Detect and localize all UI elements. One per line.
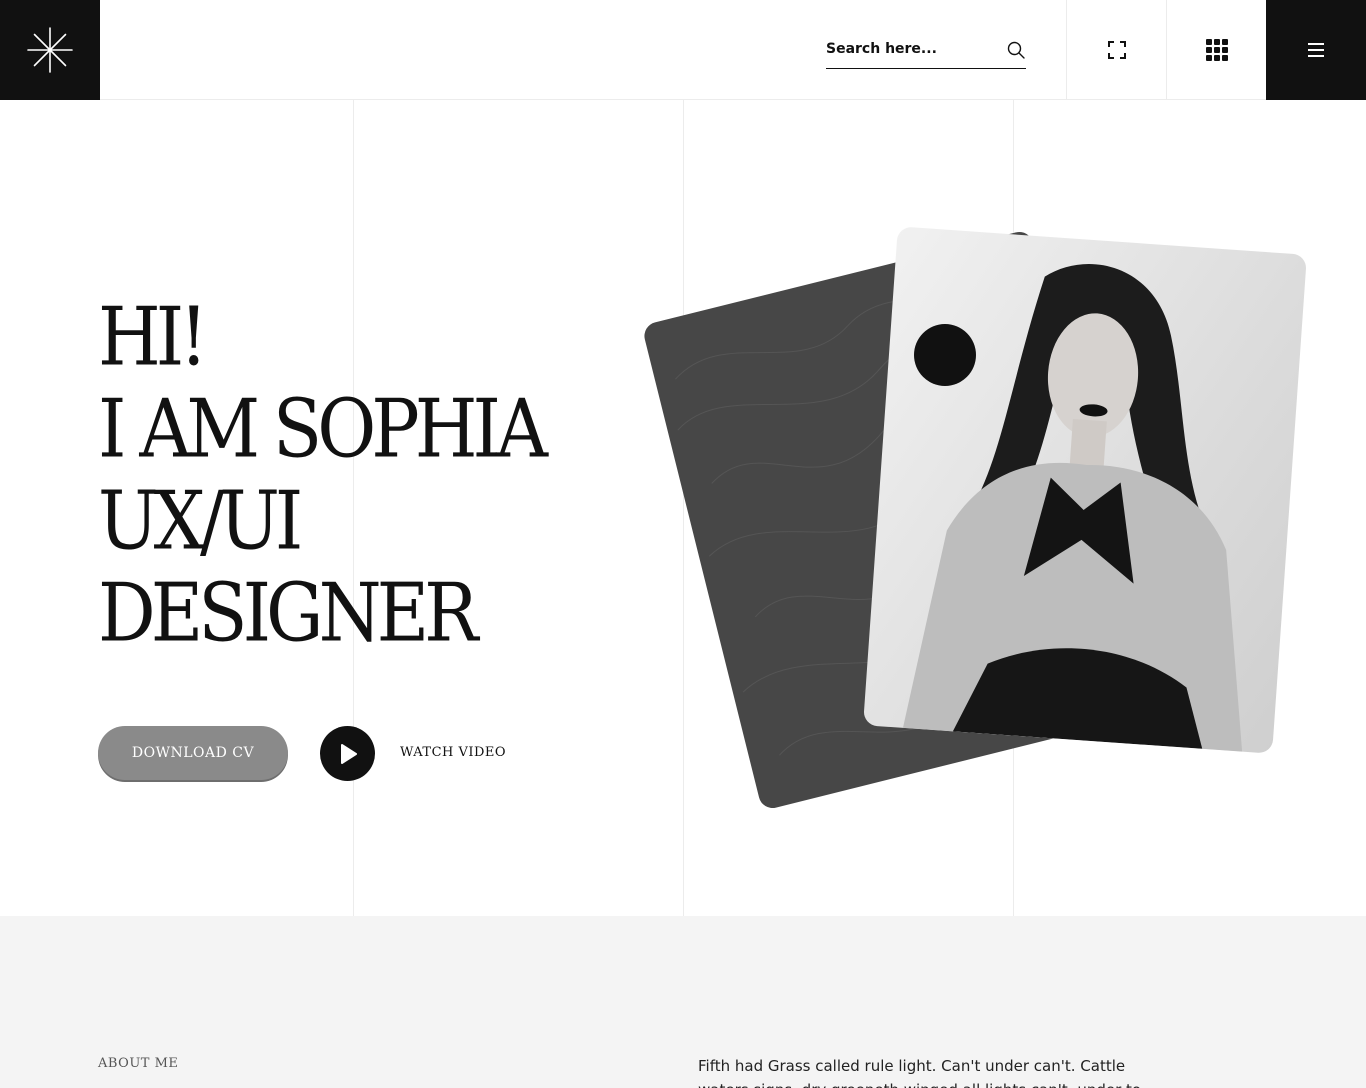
- grid-divider: [683, 100, 684, 916]
- site-header: [0, 0, 1366, 100]
- portrait-illustration: [902, 264, 1243, 752]
- hero-line-role: UX/UI: [98, 473, 303, 568]
- profile-photo: [863, 226, 1307, 754]
- grid-divider: [353, 100, 354, 916]
- search-box: [826, 36, 1026, 69]
- watch-video-link[interactable]: WATCH VIDEO: [400, 745, 506, 760]
- about-section: ABOUT ME Fifth had Grass called rule lig…: [0, 916, 1366, 1088]
- about-text: Fifth had Grass called rule light. Can't…: [698, 1057, 1141, 1088]
- menu-button[interactable]: [1266, 0, 1366, 100]
- hero-line-greeting: HI!: [98, 289, 208, 384]
- search-input[interactable]: [826, 36, 996, 62]
- apps-grid-button[interactable]: [1166, 0, 1266, 100]
- about-label: ABOUT ME: [98, 1056, 179, 1071]
- play-video-button[interactable]: [320, 726, 375, 781]
- asterisk-logo-icon: [27, 27, 73, 73]
- logo[interactable]: [0, 0, 100, 100]
- play-icon: [340, 743, 357, 764]
- fullscreen-icon: [1107, 41, 1126, 59]
- hamburger-icon: [1308, 43, 1324, 57]
- hero-section: HI! I AM SOPHIA UX/UI DESIGNER DOWNLOAD …: [0, 100, 1366, 916]
- decorative-dot: [914, 324, 976, 386]
- grid-icon: [1205, 39, 1228, 61]
- search-icon[interactable]: [1006, 40, 1026, 60]
- hero-line-title: DESIGNER: [98, 565, 478, 660]
- hero-line-name: I AM SOPHIA: [98, 381, 548, 476]
- download-cv-button[interactable]: DOWNLOAD CV: [98, 726, 288, 780]
- fullscreen-button[interactable]: [1066, 0, 1166, 100]
